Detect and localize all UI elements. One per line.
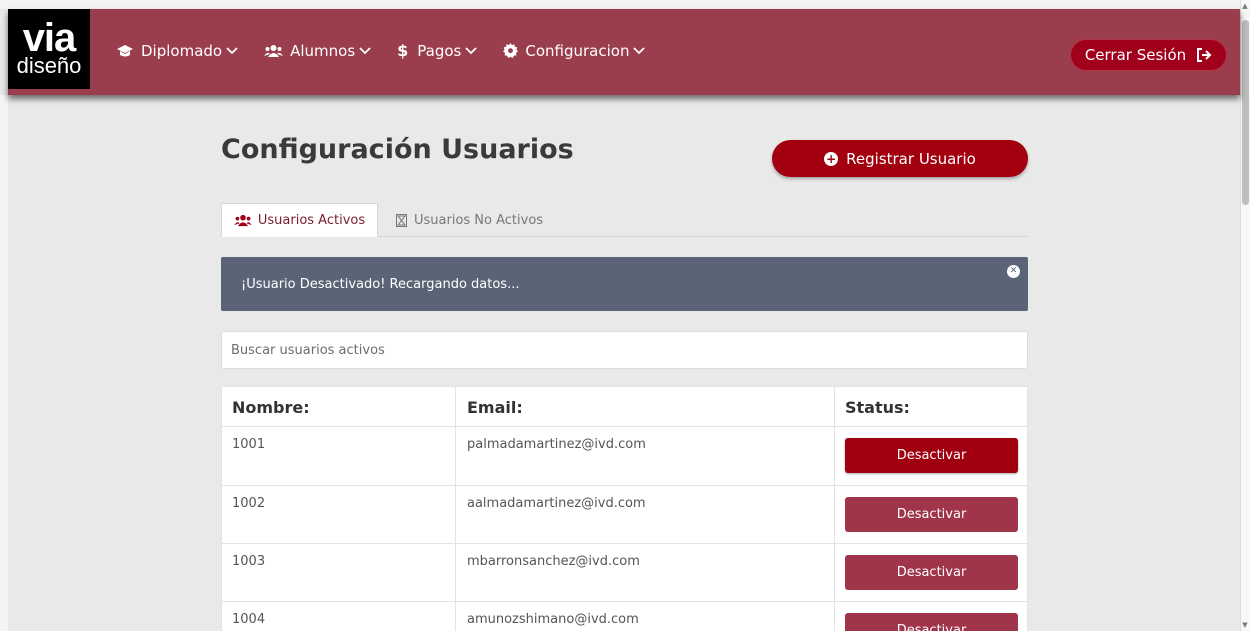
cell-status: Desactivar <box>835 544 1027 601</box>
cell-email: mbarronsanchez@ivd.com <box>456 544 835 601</box>
tab-usuarios-activos-label: Usuarios Activos <box>257 213 366 228</box>
nav-item-pagos-label: Pagos <box>417 41 462 60</box>
close-icon[interactable]: ✕ <box>1007 265 1020 278</box>
header-nombre: Nombre: <box>222 387 456 426</box>
chevron-down-icon <box>359 46 371 54</box>
cell-email: palmadamartinez@ivd.com <box>456 427 835 485</box>
alert-banner: ¡Usuario Desactivado! Recargando datos..… <box>221 257 1028 311</box>
nav-item-configuracion-label: Configuracion <box>525 41 630 60</box>
cell-email: amunozshimano@ivd.com <box>456 602 835 631</box>
gear-icon <box>503 43 519 58</box>
cell-nombre: 1001 <box>222 427 456 485</box>
table-header: Nombre: Email: Status: <box>222 387 1027 427</box>
nav-item-diplomado[interactable]: Diplomado <box>116 42 238 60</box>
deactivate-button[interactable]: Desactivar <box>845 497 1018 532</box>
cell-nombre: 1004 <box>222 602 456 631</box>
nav-item-pagos[interactable]: $ Pagos <box>397 41 477 60</box>
table-row: 1004 amunozshimano@ivd.com Desactivar <box>222 602 1027 631</box>
dollar-icon: $ <box>397 41 409 60</box>
logout-label: Cerrar Sesión <box>1084 46 1187 64</box>
nav-menu: Diplomado Alumnos $ Pagos Configuracion <box>116 41 671 60</box>
logout-button[interactable]: Cerrar Sesión <box>1070 39 1227 71</box>
alert-message: ¡Usuario Desactivado! Recargando datos..… <box>241 276 520 292</box>
cell-nombre: 1003 <box>222 544 456 601</box>
tab-usuarios-no-activos-label: Usuarios No Activos <box>414 212 544 228</box>
plus-circle-icon: + <box>824 151 839 166</box>
sign-out-icon <box>1197 48 1212 62</box>
logo-text-via: via <box>22 16 77 60</box>
nav-item-alumnos[interactable]: Alumnos <box>264 42 371 60</box>
window-left-edge <box>0 95 8 631</box>
cell-status: Desactivar <box>835 486 1027 543</box>
chevron-down-icon <box>226 46 238 54</box>
hourglass-icon <box>396 213 407 227</box>
table-row: 1001 palmadamartinez@ivd.com Desactivar <box>222 427 1027 486</box>
user-tabs: Usuarios Activos Usuarios No Activos <box>221 203 1028 237</box>
logo-text-diseno: diseño <box>16 53 82 78</box>
register-user-label: Registrar Usuario <box>846 149 976 168</box>
cell-nombre: 1002 <box>222 486 456 543</box>
tab-usuarios-activos[interactable]: Usuarios Activos <box>221 203 378 237</box>
table-row: 1002 aalmadamartinez@ivd.com Desactivar <box>222 486 1027 544</box>
window-top-strip <box>0 0 1250 9</box>
register-user-button[interactable]: + Registrar Usuario <box>772 140 1028 177</box>
cell-email: aalmadamartinez@ivd.com <box>456 486 835 543</box>
deactivate-button[interactable]: Desactivar <box>845 613 1018 631</box>
header-email: Email: <box>456 387 835 426</box>
nav-item-diplomado-label: Diplomado <box>141 41 223 60</box>
cell-status: Desactivar <box>835 602 1027 631</box>
deactivate-button[interactable]: Desactivar <box>845 438 1018 473</box>
chevron-down-icon <box>465 46 477 54</box>
deactivate-button[interactable]: Desactivar <box>845 555 1018 590</box>
scroll-up-arrow-icon[interactable]: ▲ <box>1241 2 1249 10</box>
tab-usuarios-no-activos[interactable]: Usuarios No Activos <box>396 203 543 237</box>
top-navbar: via diseño Diplomado Alumnos $ Pagos Con… <box>8 9 1240 95</box>
page-title: Configuración Usuarios <box>221 134 574 165</box>
nav-item-alumnos-label: Alumnos <box>290 41 356 60</box>
users-icon <box>264 44 284 57</box>
users-table: Nombre: Email: Status: 1001 palmadamarti… <box>221 386 1028 631</box>
graduation-cap-icon <box>117 44 133 56</box>
scrollbar-thumb[interactable] <box>1242 20 1249 205</box>
via-diseno-logo[interactable]: via diseño <box>8 9 90 89</box>
scroll-down-arrow-icon[interactable]: ▼ <box>1241 621 1249 629</box>
table-row: 1003 mbarronsanchez@ivd.com Desactivar <box>222 544 1027 602</box>
vertical-scrollbar[interactable]: ▲ ▼ <box>1240 0 1250 631</box>
header-status: Status: <box>845 398 910 417</box>
cell-status: Desactivar <box>835 427 1027 485</box>
search-input[interactable] <box>221 331 1028 369</box>
nav-item-configuracion[interactable]: Configuracion <box>503 41 646 60</box>
chevron-down-icon <box>633 46 646 54</box>
users-icon <box>234 214 252 227</box>
